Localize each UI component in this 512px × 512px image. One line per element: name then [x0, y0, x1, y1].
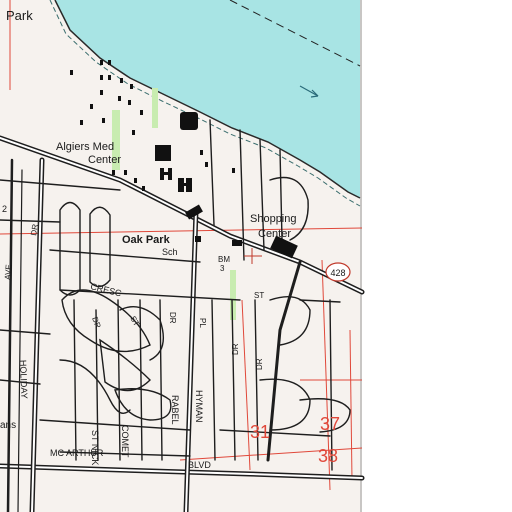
- shopping-label-line1: Shopping: [250, 213, 297, 225]
- rabel-label: RABEL: [170, 395, 180, 425]
- dr-label-2: DR: [231, 343, 240, 355]
- holiday-label: HOLIDAY: [18, 360, 29, 399]
- st-label: ST: [254, 291, 264, 300]
- school-label-line2: Sch: [162, 247, 178, 257]
- algiers-label-line1: Algiers Med: [56, 141, 114, 153]
- mcarthur-label: MC ARTHUR: [50, 448, 104, 458]
- partial-label-2: 2: [2, 204, 7, 214]
- hyman-label: HYMAN: [194, 390, 204, 423]
- blvd-label: BLVD: [188, 460, 211, 470]
- section-37: 37: [320, 414, 340, 434]
- topographic-map: 428 Park Algiers Med Center Shopping Cen…: [0, 0, 512, 512]
- benchmark-label: BM: [218, 255, 230, 264]
- pl-label: PL: [198, 318, 207, 328]
- ave-label: AVE: [3, 264, 13, 280]
- section-38: 38: [318, 446, 338, 466]
- dr-label-3: DR: [255, 358, 264, 370]
- section-31: 31: [250, 422, 270, 442]
- park-label: Park: [6, 8, 33, 23]
- dr-label-1: DR: [168, 312, 177, 324]
- algiers-label-line2: Center: [88, 154, 121, 166]
- comet-label: COMET: [120, 425, 130, 458]
- off-map-area: [362, 0, 512, 512]
- shopping-label-line2: Center: [258, 228, 291, 240]
- route-number: 428: [330, 268, 345, 278]
- route-428-shield: 428: [325, 262, 351, 282]
- park-strip: [152, 88, 158, 128]
- school-label-line1: Oak Park: [122, 234, 171, 246]
- benchmark-number: 3: [220, 264, 225, 273]
- park-strip: [230, 270, 236, 320]
- partial-label-ans: ans: [0, 420, 16, 431]
- map-canvas: 428 Park Algiers Med Center Shopping Cen…: [0, 0, 512, 512]
